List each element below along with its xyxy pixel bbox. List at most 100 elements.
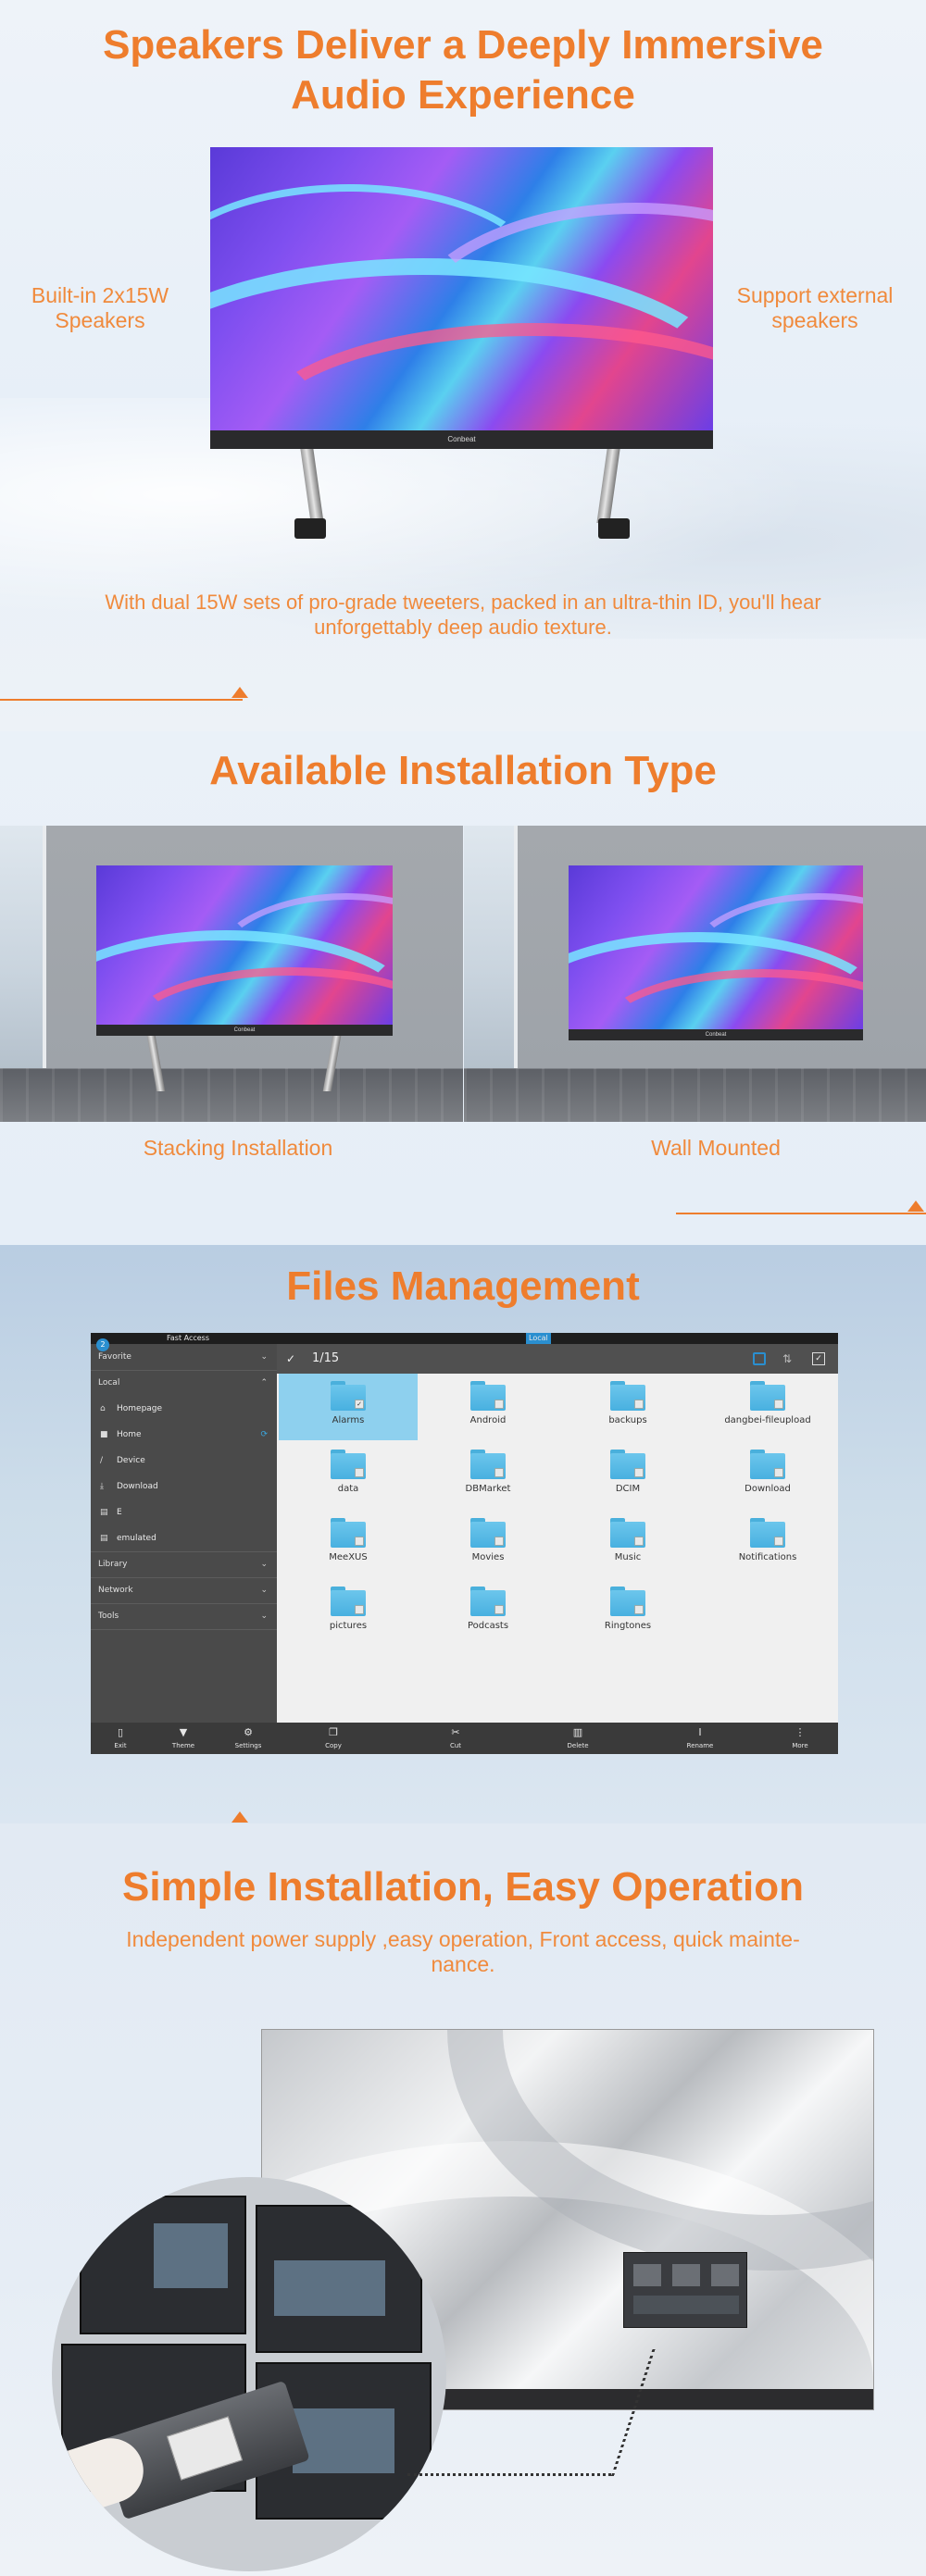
checkbox-icon[interactable] xyxy=(494,1605,504,1614)
folder-icon xyxy=(750,1381,785,1411)
checkbox-icon[interactable] xyxy=(494,1400,504,1409)
checkbox-icon[interactable] xyxy=(634,1400,644,1409)
folder-name: Movies xyxy=(471,1552,505,1562)
sidebar-item-emulated[interactable]: ▤ emulated xyxy=(91,1525,277,1551)
folder-item[interactable]: Podcasts xyxy=(419,1579,557,1646)
theme-button[interactable]: ▼ Theme xyxy=(165,1723,202,1754)
file-manager-sidebar: 2 Favorite ⌄ Local ⌃ ⌂ Homepage ■ Home ⟳… xyxy=(91,1338,277,1754)
folder-icon xyxy=(470,1381,506,1411)
folder-item[interactable]: pictures xyxy=(279,1579,418,1646)
sidebar-section-tools[interactable]: Tools ⌄ xyxy=(91,1603,277,1629)
exit-button[interactable]: ▯ Exit xyxy=(102,1723,139,1754)
sidebar-section-local[interactable]: Local ⌃ xyxy=(91,1370,277,1396)
divider-line xyxy=(676,1213,926,1214)
callout-line-horizontal xyxy=(407,2473,611,2476)
folder-item[interactable]: Movies xyxy=(419,1511,557,1577)
wall-display-screen xyxy=(569,865,863,1029)
display-bezel: Conbeat xyxy=(210,430,713,449)
select-check-icon[interactable]: ✓ xyxy=(286,1344,295,1374)
copy-button[interactable]: ❐ Copy xyxy=(313,1723,354,1754)
folder-item[interactable]: MeeXUS xyxy=(279,1511,418,1577)
folder-item[interactable]: Ringtones xyxy=(558,1579,697,1646)
folder-icon xyxy=(610,1587,645,1616)
stand-foot-right xyxy=(598,518,630,539)
file-manager-window: Fast Access Local 2 Favorite ⌄ Local ⌃ ⌂… xyxy=(91,1333,838,1754)
operation-title: Simple Installation, Easy Operation xyxy=(122,1864,804,1910)
checkbox-icon[interactable] xyxy=(634,1537,644,1546)
folder-name: Music xyxy=(614,1552,642,1562)
folder-icon xyxy=(610,1518,645,1548)
select-all-icon[interactable]: ✓ xyxy=(812,1352,825,1365)
audio-caption: With dual 15W sets of pro-grade tweeters… xyxy=(105,591,821,639)
folder-item[interactable]: ✓ Alarms xyxy=(279,1374,418,1440)
sd-card-icon: ▤ xyxy=(100,1534,108,1543)
checkbox-icon[interactable] xyxy=(355,1605,364,1614)
sidebar-item-e[interactable]: ▤ E xyxy=(91,1500,277,1525)
folder-icon: ■ xyxy=(100,1430,108,1439)
trash-icon: ▥ xyxy=(572,1726,583,1738)
sidebar-item-download[interactable]: ⤓ Download xyxy=(91,1474,277,1500)
checkbox-icon[interactable] xyxy=(774,1537,783,1546)
folder-name: Podcasts xyxy=(467,1621,509,1631)
folder-item[interactable]: DCIM xyxy=(558,1442,697,1509)
settings-button[interactable]: ⚙ Settings xyxy=(228,1723,269,1754)
checkbox-icon[interactable]: ✓ xyxy=(355,1400,364,1409)
folder-icon xyxy=(470,1587,506,1616)
files-management-title: Files Management xyxy=(286,1263,640,1309)
divider-triangle xyxy=(907,1201,924,1212)
folder-name: dangbei-fileupload xyxy=(724,1415,811,1425)
grid-view-icon[interactable] xyxy=(753,1352,766,1365)
checkbox-icon[interactable] xyxy=(634,1605,644,1614)
checkbox-icon[interactable] xyxy=(494,1537,504,1546)
folder-name: Download xyxy=(745,1484,791,1494)
stacking-installation-label: Stacking Installation xyxy=(143,1136,333,1160)
folder-name: data xyxy=(337,1484,359,1494)
stand-foot-left xyxy=(294,518,326,539)
text-cursor-icon: I xyxy=(698,1726,702,1738)
sidebar-section-network[interactable]: Network ⌄ xyxy=(91,1577,277,1603)
chevron-down-icon: ⌄ xyxy=(260,1352,268,1362)
rename-button[interactable]: I Rename xyxy=(680,1723,720,1754)
folder-name: backups xyxy=(608,1415,647,1425)
sidebar-section-library[interactable]: Library ⌄ xyxy=(91,1551,277,1577)
sidebar-section-favorite[interactable]: Favorite ⌄ xyxy=(91,1344,277,1370)
copy-icon: ❐ xyxy=(329,1726,338,1738)
folder-item[interactable]: backups xyxy=(558,1374,697,1440)
builtin-speakers-label: Built-in 2x15W Speakers xyxy=(31,283,169,332)
sidebar-item-home[interactable]: ■ Home ⟳ xyxy=(91,1422,277,1448)
checkbox-icon[interactable] xyxy=(634,1468,644,1477)
maintenance-zoom-image xyxy=(52,2177,446,2571)
product-page: Speakers Deliver a Deeply Immersive Audi… xyxy=(0,0,926,2576)
cut-button[interactable]: ✂ Cut xyxy=(435,1723,476,1754)
delete-button[interactable]: ▥ Delete xyxy=(557,1723,598,1754)
scissors-icon: ✂ xyxy=(451,1726,460,1738)
folder-name: Android xyxy=(469,1415,507,1425)
sort-icon[interactable]: ⇅ xyxy=(782,1344,792,1374)
sidebar-item-device[interactable]: / Device xyxy=(91,1448,277,1474)
checkbox-icon[interactable] xyxy=(355,1468,364,1477)
chevron-down-icon: ⌄ xyxy=(260,1612,268,1621)
folder-item[interactable]: Download xyxy=(698,1442,837,1509)
sd-card-icon: ▤ xyxy=(100,1508,108,1517)
checkbox-icon[interactable] xyxy=(774,1468,783,1477)
audio-section: Speakers Deliver a Deeply Immersive Audi… xyxy=(0,0,926,731)
checkbox-icon[interactable] xyxy=(355,1537,364,1546)
stand-leg-left xyxy=(300,449,324,523)
sidebar-item-homepage[interactable]: ⌂ Homepage xyxy=(91,1396,277,1422)
bottom-toolbar: ▯ Exit ▼ Theme ⚙ Settings ❐ Copy ✂ Cut ▥… xyxy=(91,1723,838,1754)
refresh-icon[interactable]: ⟳ xyxy=(260,1422,268,1448)
folder-grid: ✓ Alarms Android backups dangbei-fileupload d… xyxy=(277,1374,838,1723)
divider-triangle xyxy=(232,1811,248,1823)
more-button[interactable]: ⋮ More xyxy=(780,1723,820,1754)
folder-item[interactable]: DBMarket xyxy=(419,1442,557,1509)
folder-item[interactable]: Notifications xyxy=(698,1511,837,1577)
brand-logo: Conbeat xyxy=(447,435,476,443)
checkbox-icon[interactable] xyxy=(774,1400,783,1409)
folder-item[interactable]: Android xyxy=(419,1374,557,1440)
folder-icon xyxy=(610,1381,645,1411)
homepage-icon: ⌂ xyxy=(100,1404,106,1413)
folder-item[interactable]: Music xyxy=(558,1511,697,1577)
folder-item[interactable]: dangbei-fileupload xyxy=(698,1374,837,1440)
folder-item[interactable]: data xyxy=(279,1442,418,1509)
checkbox-icon[interactable] xyxy=(494,1468,504,1477)
